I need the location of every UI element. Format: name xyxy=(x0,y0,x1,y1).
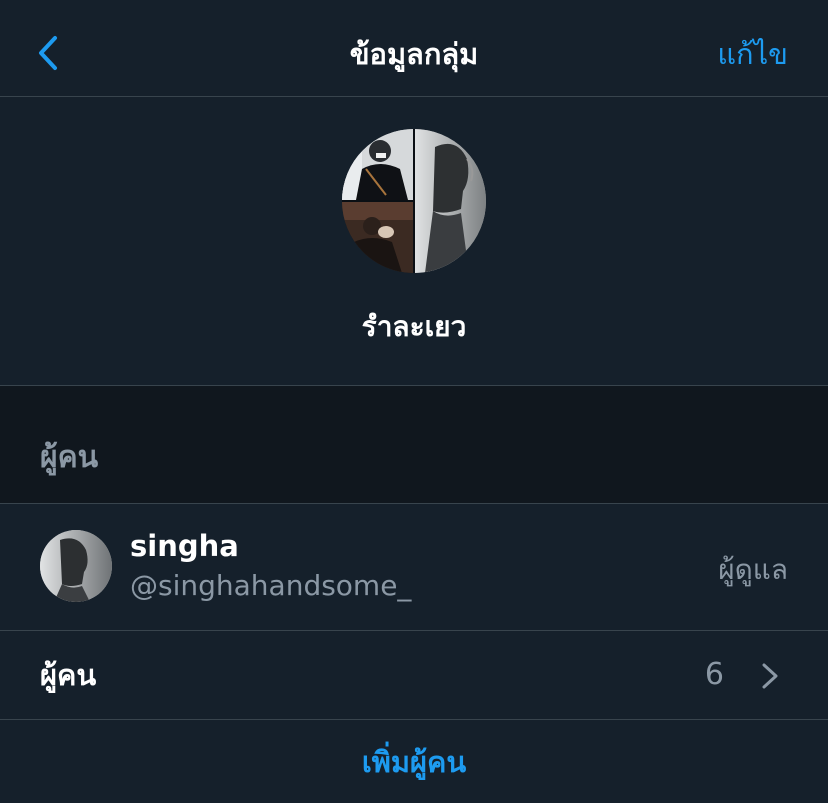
people-section-header: ผู้คน xyxy=(0,386,828,504)
add-people-button[interactable]: เพิ่มผู้คน xyxy=(0,742,828,782)
chevron-right-icon xyxy=(762,663,778,689)
people-row-label: ผู้คน xyxy=(40,658,97,692)
nav-header: ข้อมูลกลุ่ม แก้ไข xyxy=(0,0,828,97)
group-avatar-photo-2 xyxy=(342,202,413,273)
people-count-row[interactable]: ผู้คน 6 xyxy=(0,631,828,720)
page-title: ข้อมูลกลุ่ม xyxy=(349,37,479,71)
admin-badge: ผู้ดูแล xyxy=(718,553,788,586)
avatar xyxy=(40,530,112,602)
member-row[interactable]: singha @singhahandsome_ ผู้ดูแล xyxy=(0,504,828,631)
people-count: 6 xyxy=(704,657,724,692)
member-handle: @singhahandsome_ xyxy=(130,569,412,602)
section-title: ผู้คน xyxy=(40,440,99,475)
edit-button[interactable]: แก้ไข xyxy=(717,34,788,74)
group-avatar-photo-3 xyxy=(415,129,486,273)
member-name: singha xyxy=(130,529,239,563)
group-name: รำละเยว xyxy=(361,310,467,343)
group-summary: รำละเยว xyxy=(0,97,828,386)
group-avatar-photo-1 xyxy=(342,129,413,200)
group-avatar[interactable] xyxy=(342,129,486,273)
group-info-screen: ข้อมูลกลุ่ม แก้ไข รำละเยว ผู้คน singha @… xyxy=(0,0,828,803)
